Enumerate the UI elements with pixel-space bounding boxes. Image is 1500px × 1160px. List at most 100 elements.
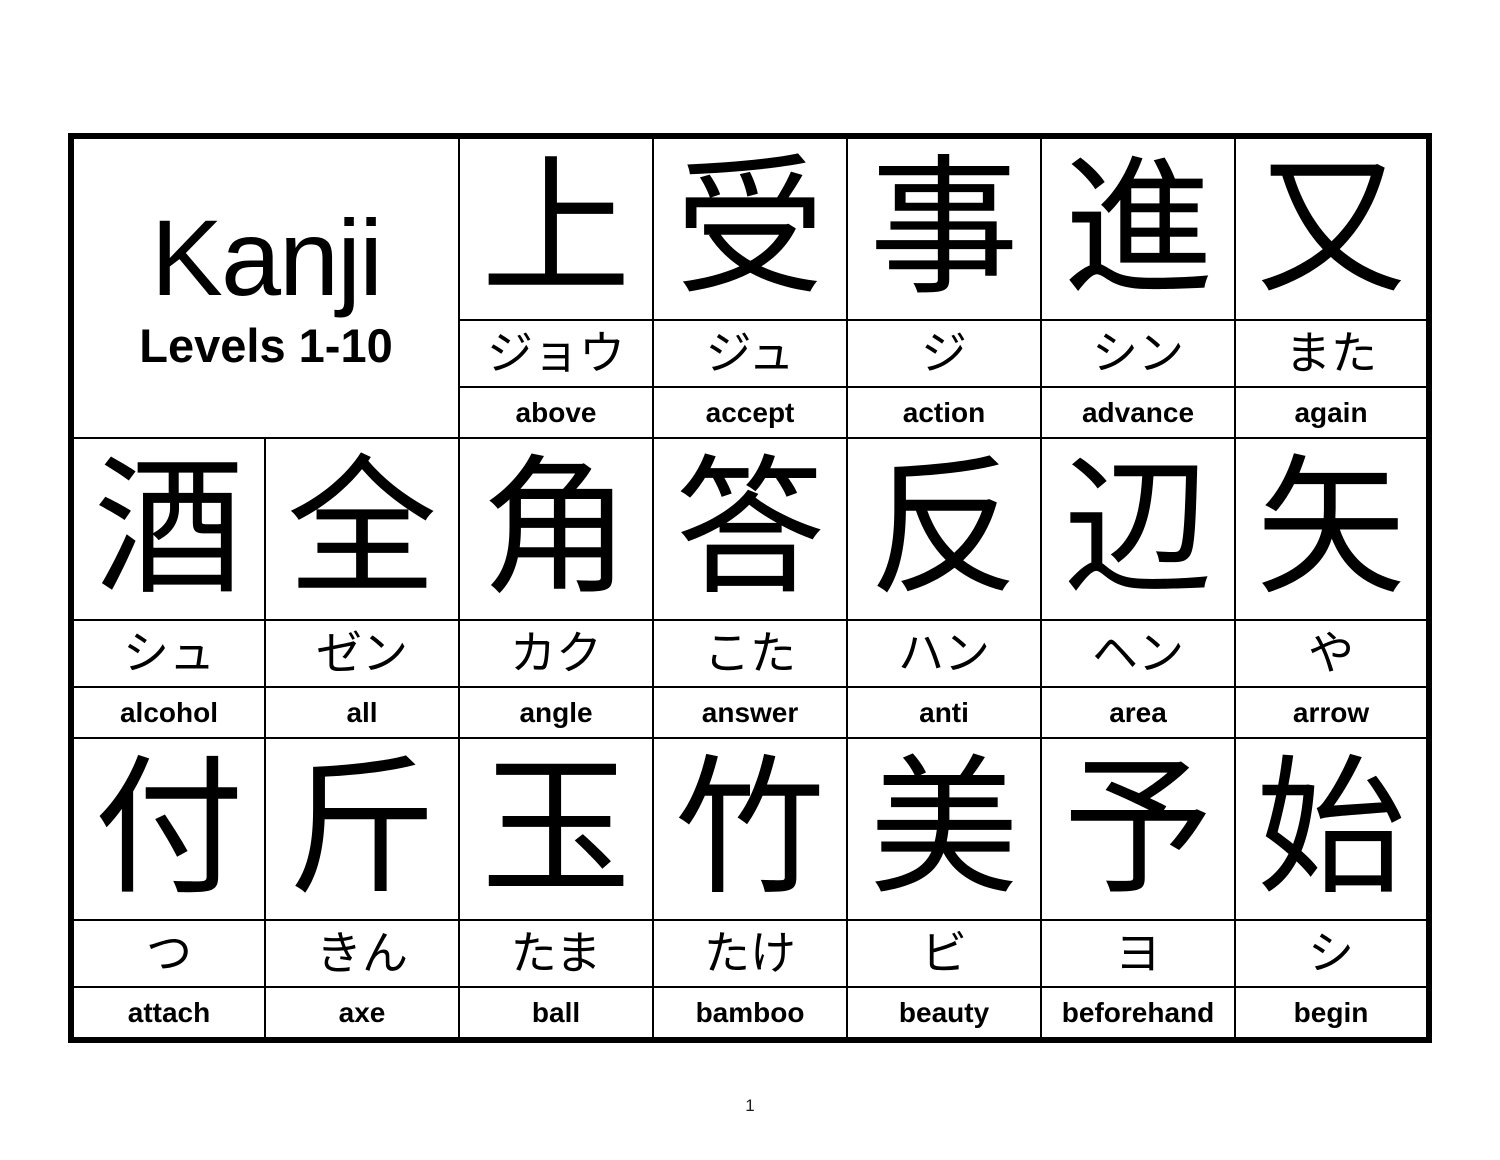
kanji-cell[interactable]: 始 (1234, 737, 1431, 921)
meaning-cell[interactable]: all (263, 686, 461, 739)
reading-cell[interactable]: シュ (70, 619, 266, 688)
kanji-cell[interactable]: 付 (70, 737, 266, 921)
kanji-meaning: begin (1293, 997, 1369, 1028)
kanji-reading: たま (510, 926, 602, 980)
kanji-reading: ヨ (1115, 926, 1162, 980)
meaning-cell[interactable]: accept (652, 386, 849, 439)
reading-cell[interactable]: カク (458, 619, 655, 688)
meaning-cell[interactable]: attach (70, 986, 266, 1041)
kanji-meaning: advance (1081, 397, 1195, 428)
meaning-cell[interactable]: begin (1234, 986, 1431, 1041)
kanji-cell[interactable]: 竹 (652, 737, 849, 921)
meaning-cell[interactable]: again (1234, 386, 1431, 439)
page-title: Kanji (150, 196, 383, 318)
kanji-meaning: bamboo (695, 997, 805, 1028)
kanji-reading: たけ (704, 926, 797, 980)
kanji-reading: ジョウ (487, 326, 626, 380)
reading-cell[interactable]: きん (263, 919, 461, 988)
meaning-cell[interactable]: answer (652, 686, 849, 739)
kanji-cell[interactable]: 矢 (1234, 437, 1431, 621)
reading-cell[interactable]: ジ (846, 319, 1043, 388)
kanji-reading: ジ (921, 326, 968, 380)
kanji-cell[interactable]: 上 (458, 135, 655, 321)
meaning-cell[interactable]: alcohol (70, 686, 266, 739)
kanji-glyph-row: Kanji Levels 1-10 上受事進又 (69, 135, 1431, 439)
meaning-cell[interactable]: anti (846, 686, 1043, 739)
kanji-glyph: 辺 (1063, 442, 1214, 616)
kanji-meaning: accept (705, 397, 795, 428)
kanji-meaning-row: alcohol all angle answer anti area arrow (70, 686, 1431, 739)
kanji-reference-table: Kanji Levels 1-10 上受事進又ジョウ ジュジシン また above acce… (68, 133, 1433, 1043)
kanji-glyph-row: 酒全角答反辺矢 (70, 437, 1431, 621)
meaning-cell[interactable]: advance (1040, 386, 1237, 439)
kanji-meaning: angle (519, 697, 593, 728)
kanji-reading: ジュ (705, 326, 795, 380)
kanji-reading: きん (316, 926, 408, 980)
kanji-cell[interactable]: 玉 (458, 737, 655, 921)
kanji-cell[interactable]: 美 (846, 737, 1043, 921)
meaning-cell[interactable]: above (458, 386, 655, 439)
meaning-cell[interactable]: area (1040, 686, 1237, 739)
reading-cell[interactable]: ヘン (1040, 619, 1237, 688)
kanji-glyph: 進 (1063, 142, 1214, 316)
reading-cell[interactable]: ジョウ (458, 319, 655, 388)
meaning-cell[interactable]: arrow (1234, 686, 1431, 739)
kanji-reading: シン (1092, 326, 1185, 380)
reading-cell[interactable]: つ (70, 919, 266, 988)
kanji-meaning: beforehand (1061, 997, 1215, 1028)
kanji-glyph: 始 (1256, 742, 1407, 916)
kanji-glyph: 事 (869, 142, 1020, 316)
reading-cell[interactable]: ハン (846, 619, 1043, 688)
kanji-glyph: 答 (675, 442, 826, 616)
kanji-cell[interactable]: 受 (652, 135, 849, 321)
title-cell: Kanji Levels 1-10 (69, 135, 461, 439)
reading-cell[interactable]: シ (1234, 919, 1431, 988)
kanji-glyph: 美 (869, 742, 1020, 916)
kanji-cell[interactable]: 進 (1040, 135, 1237, 321)
reading-cell[interactable]: また (1234, 319, 1431, 388)
kanji-glyph: 反 (869, 442, 1020, 616)
meaning-cell[interactable]: bamboo (652, 986, 849, 1041)
kanji-cell[interactable]: 反 (846, 437, 1043, 621)
meaning-cell[interactable]: ball (458, 986, 655, 1041)
meaning-cell[interactable]: beforehand (1040, 986, 1237, 1041)
kanji-reading: シ (1308, 926, 1355, 980)
kanji-cell[interactable]: 角 (458, 437, 655, 621)
meaning-cell[interactable]: beauty (846, 986, 1043, 1041)
kanji-cell[interactable]: 全 (263, 437, 461, 621)
kanji-glyph: 斤 (287, 742, 438, 916)
kanji-meaning: ball (531, 997, 581, 1028)
reading-cell[interactable]: ビ (846, 919, 1043, 988)
kanji-reading: シュ (123, 626, 215, 680)
kanji-reading: ヘン (1092, 626, 1185, 680)
reading-cell[interactable]: ヨ (1040, 919, 1237, 988)
kanji-cell[interactable]: 酒 (70, 437, 266, 621)
kanji-cell[interactable]: 答 (652, 437, 849, 621)
kanji-cell[interactable]: 事 (846, 135, 1043, 321)
kanji-cell[interactable]: 又 (1234, 135, 1431, 321)
kanji-glyph: 受 (675, 142, 826, 316)
kanji-meaning: answer (701, 697, 799, 728)
kanji-glyph: 全 (287, 442, 438, 616)
meaning-cell[interactable]: action (846, 386, 1043, 439)
reading-cell[interactable]: や (1234, 619, 1431, 688)
kanji-glyph: 酒 (93, 442, 244, 616)
kanji-cell[interactable]: 予 (1040, 737, 1237, 921)
reading-cell[interactable]: シン (1040, 319, 1237, 388)
page-number: 1 (745, 1096, 755, 1115)
reading-cell[interactable]: こた (652, 619, 849, 688)
reading-cell[interactable]: たけ (652, 919, 849, 988)
reading-cell[interactable]: ゼン (263, 619, 461, 688)
kanji-reading: や (1308, 626, 1355, 680)
kanji-glyph: 角 (481, 442, 632, 616)
meaning-cell[interactable]: axe (263, 986, 461, 1041)
kanji-cell[interactable]: 辺 (1040, 437, 1237, 621)
kanji-glyph: 竹 (675, 742, 826, 916)
reading-cell[interactable]: ジュ (652, 319, 849, 388)
kanji-glyph: 予 (1063, 742, 1214, 916)
meaning-cell[interactable]: angle (458, 686, 655, 739)
kanji-reading: こた (704, 626, 797, 680)
kanji-cell[interactable]: 斤 (263, 737, 461, 921)
reading-cell[interactable]: たま (458, 919, 655, 988)
kanji-reading: つ (146, 926, 192, 980)
